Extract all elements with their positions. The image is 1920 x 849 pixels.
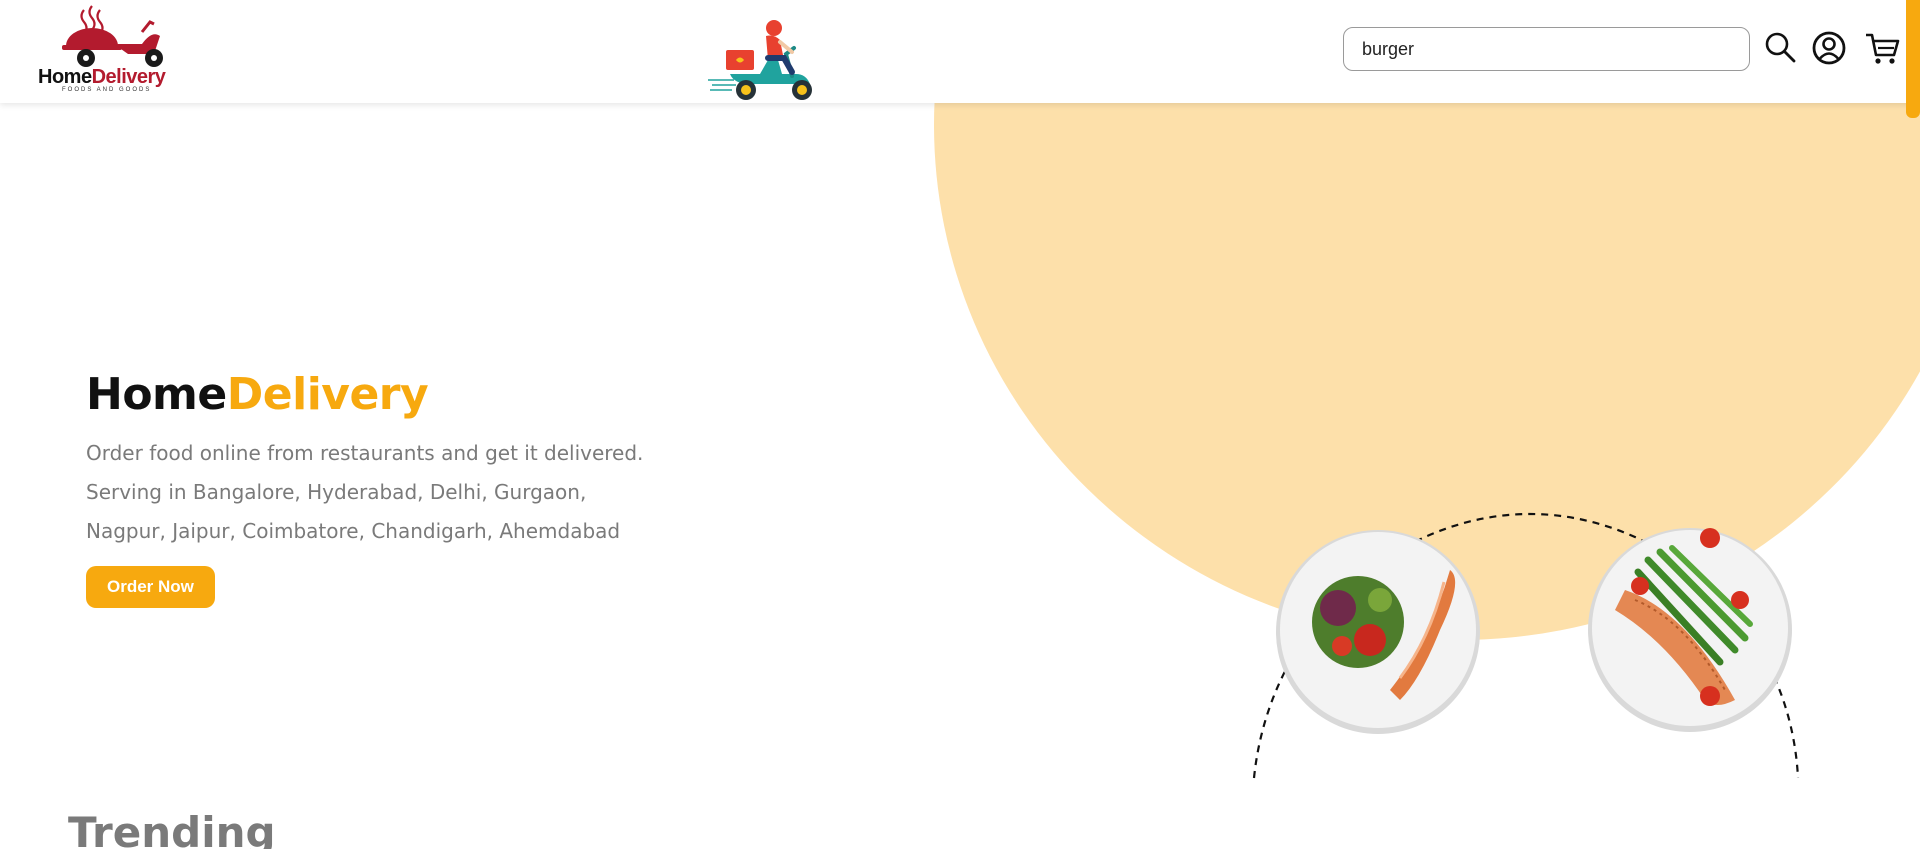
logo-word-home: Home — [38, 66, 92, 88]
hero-title-home: Home — [86, 369, 227, 420]
hero-title-delivery: Delivery — [226, 369, 429, 420]
user-account-icon[interactable] — [1811, 30, 1847, 66]
page-scrollbar-thumb[interactable] — [1906, 0, 1920, 118]
salmon-salad-plate-left — [1276, 530, 1480, 734]
delivery-scooter-illustration — [708, 20, 812, 100]
brand-logo[interactable]: HomeDelivery FOODS AND GOODS — [24, 2, 204, 102]
top-navbar: HomeDelivery FOODS AND GOODS — [0, 0, 1920, 103]
food-plates-illustration — [1252, 512, 1800, 779]
hero-section: HomeDelivery Order food online from rest… — [86, 368, 646, 608]
logo-scooter-icon — [62, 5, 163, 67]
hero-desc-line-1: Order food online from restaurants and g… — [86, 441, 644, 465]
hero-title: HomeDelivery — [86, 368, 646, 422]
logo-word-delivery: Delivery — [91, 66, 166, 88]
salmon-asparagus-plate-right — [1588, 528, 1792, 732]
order-now-button[interactable]: Order Now — [86, 566, 215, 608]
hero-desc-line-3: Nagpur, Jaipur, Coimbatore, Chandigarh, … — [86, 519, 621, 543]
search-icon[interactable] — [1762, 30, 1798, 66]
hero-description: Order food online from restaurants and g… — [86, 434, 646, 551]
cart-icon[interactable] — [1864, 30, 1900, 66]
logo-wordmark: HomeDelivery — [38, 66, 166, 89]
logo-tagline: FOODS AND GOODS — [62, 87, 152, 93]
trending-section-title: Trending — [68, 808, 276, 849]
search-input[interactable] — [1343, 27, 1750, 71]
hero-desc-line-2: Serving in Bangalore, Hyderabad, Delhi, … — [86, 480, 587, 504]
page: HomeDelivery FOODS AND GOODS burger Home… — [0, 0, 1920, 849]
